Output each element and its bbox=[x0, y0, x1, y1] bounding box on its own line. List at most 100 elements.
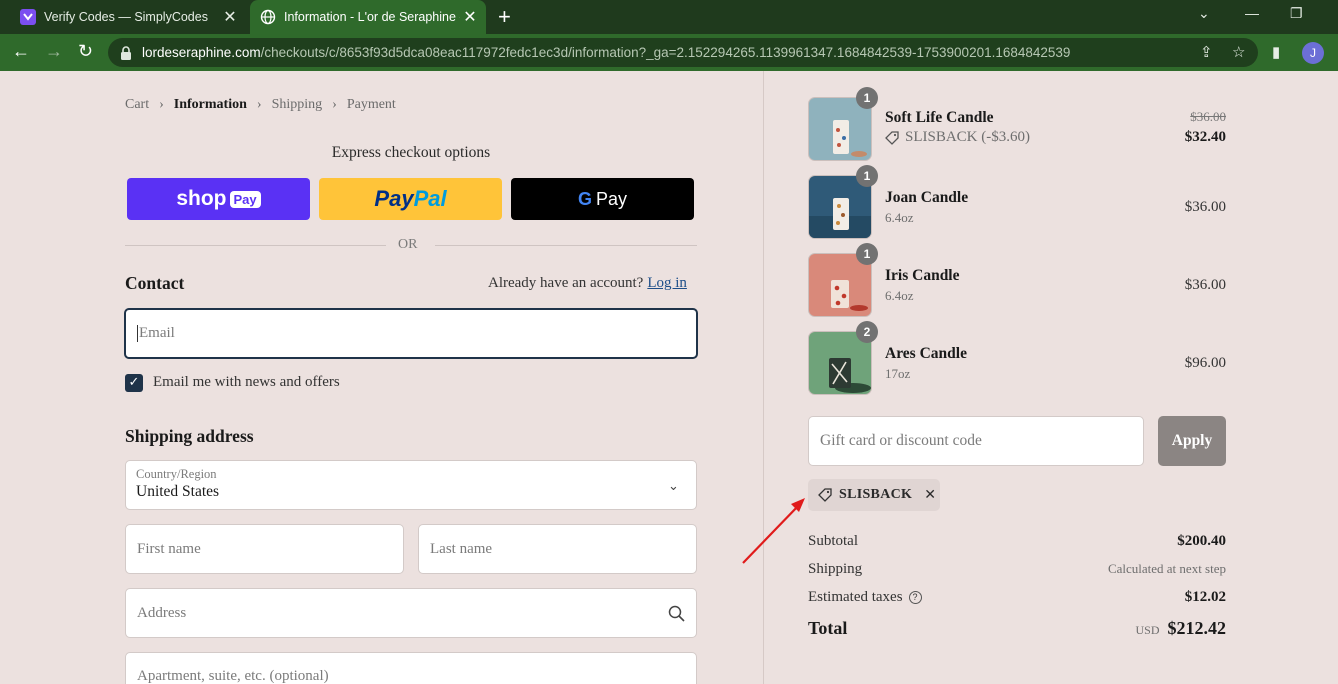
bookmark-star-icon[interactable]: ☆ bbox=[1232, 43, 1245, 61]
apply-button[interactable]: Apply bbox=[1158, 416, 1226, 466]
url-field[interactable]: lordeseraphine.com/checkouts/c/8653f93d5… bbox=[108, 38, 1258, 67]
original-price: $36.00 bbox=[1190, 109, 1226, 126]
help-circle-icon[interactable]: ? bbox=[908, 591, 922, 604]
shipping-label: Shipping bbox=[808, 561, 863, 577]
back-arrow-icon[interactable]: ← bbox=[12, 41, 30, 62]
share-icon[interactable]: ⇪ bbox=[1200, 43, 1213, 61]
last-name-placeholder: Last name bbox=[430, 540, 493, 557]
taxes-label-wrap: Estimated taxes? bbox=[808, 589, 922, 606]
first-name-field[interactable]: First name bbox=[125, 524, 404, 574]
address-placeholder: Address bbox=[137, 604, 187, 621]
contact-heading: Contact bbox=[125, 273, 185, 293]
first-name-placeholder: First name bbox=[137, 540, 201, 557]
simplycodes-favicon-icon bbox=[20, 9, 36, 25]
account-prompt-text: Already have an account? bbox=[488, 275, 644, 291]
google-pay-button[interactable]: G Pay bbox=[511, 178, 694, 220]
tab-title: Information - L'or de Seraphine - bbox=[284, 10, 460, 24]
product-name: Soft Life Candle bbox=[885, 109, 994, 126]
minimize-icon[interactable]: — bbox=[1245, 5, 1259, 21]
country-label: Country/Region bbox=[136, 467, 217, 481]
google-pay-label: Pay bbox=[595, 188, 628, 209]
shipping-address-heading: Shipping address bbox=[125, 426, 254, 446]
email-field[interactable]: Email bbox=[124, 308, 698, 359]
product-name: Ares Candle bbox=[885, 345, 967, 362]
paypal-button[interactable]: Pay Pal bbox=[319, 178, 502, 220]
shop-pay-button[interactable]: shop Pay bbox=[127, 178, 310, 220]
search-icon bbox=[668, 605, 685, 622]
tag-icon bbox=[818, 488, 832, 502]
email-placeholder: Email bbox=[139, 325, 175, 341]
item-discount: SLISBACK (-$3.60) bbox=[885, 129, 1030, 146]
browser-tabbar: Verify Codes — SimplyCodes ✕ Information… bbox=[0, 0, 1338, 34]
total-row: Total USD $212.42 bbox=[808, 618, 1226, 639]
product-name: Joan Candle bbox=[885, 189, 969, 206]
profile-avatar[interactable]: J bbox=[1302, 42, 1324, 64]
text-caret bbox=[137, 325, 138, 342]
product-price: $36.00 bbox=[1184, 277, 1226, 293]
item-discount-text: SLISBACK (-$3.60) bbox=[905, 129, 1031, 145]
express-checkout-title: Express checkout options bbox=[331, 144, 491, 161]
cart-item: 1 Joan Candle 6.4oz $36.00 bbox=[808, 165, 1226, 239]
product-variant: 6.4oz bbox=[885, 210, 914, 225]
new-tab-icon[interactable]: + bbox=[498, 5, 511, 29]
divider-line bbox=[435, 245, 697, 246]
cart-item: 2 Ares Candle 17oz $96.00 bbox=[808, 321, 1226, 395]
breadcrumb-shipping: Shipping bbox=[271, 97, 323, 112]
shipping-value: Calculated at next step bbox=[1107, 561, 1226, 576]
restore-icon[interactable]: ❐ bbox=[1290, 5, 1303, 22]
or-separator: OR bbox=[398, 237, 418, 252]
chevron-right-icon: › bbox=[159, 97, 164, 112]
tab-search-icon[interactable]: ⌄ bbox=[1198, 5, 1210, 22]
paypal-logo-part2: Pal bbox=[413, 186, 447, 211]
country-value: United States bbox=[136, 483, 220, 500]
breadcrumb-payment: Payment bbox=[346, 97, 396, 112]
product-price: $96.00 bbox=[1184, 355, 1226, 371]
product-price: $36.00 bbox=[1184, 199, 1226, 215]
apartment-placeholder: Apartment, suite, etc. (optional) bbox=[137, 668, 329, 684]
apartment-field[interactable]: Apartment, suite, etc. (optional) bbox=[125, 652, 697, 684]
newsletter-checkbox[interactable]: ✓ bbox=[125, 374, 143, 392]
original-price-value: $36.00 bbox=[1190, 109, 1226, 124]
remove-discount-icon[interactable]: ✕ bbox=[924, 487, 936, 503]
last-name-field[interactable]: Last name bbox=[418, 524, 697, 574]
discount-code-field[interactable]: Gift card or discount code bbox=[808, 416, 1144, 466]
breadcrumb-information: Information bbox=[173, 97, 247, 112]
breadcrumb-cart[interactable]: Cart bbox=[125, 97, 149, 113]
tab-simplycodes[interactable]: Verify Codes — SimplyCodes ✕ bbox=[8, 0, 246, 34]
subtotal-row: Subtotal $200.40 bbox=[808, 533, 1226, 550]
address-field[interactable]: Address bbox=[125, 588, 697, 638]
quantity-badge: 2 bbox=[856, 321, 878, 343]
account-prompt: Already have an account? Log in bbox=[488, 275, 687, 292]
taxes-value: $12.02 bbox=[1184, 589, 1226, 605]
total-label: Total bbox=[808, 618, 848, 638]
shipping-row: Shipping Calculated at next step bbox=[808, 561, 1226, 578]
quantity-badge: 1 bbox=[856, 243, 878, 265]
applied-code: SLISBACK bbox=[839, 487, 913, 502]
side-panel-icon[interactable]: ▮ bbox=[1272, 43, 1280, 61]
chevron-right-icon: › bbox=[332, 97, 337, 112]
shop-pay-brand: shop bbox=[176, 187, 227, 210]
close-tab-icon[interactable]: ✕ bbox=[460, 7, 480, 27]
reload-icon[interactable]: ↻ bbox=[78, 41, 93, 62]
total-value: $212.42 bbox=[1167, 618, 1227, 638]
tab-information[interactable]: Information - L'or de Seraphine - ✕ bbox=[250, 0, 486, 34]
product-price: $32.40 bbox=[1184, 129, 1226, 145]
close-tab-icon[interactable]: ✕ bbox=[220, 7, 240, 27]
forward-arrow-icon[interactable]: → bbox=[45, 41, 63, 62]
quantity-badge: 1 bbox=[856, 165, 878, 187]
lock-icon bbox=[121, 45, 131, 60]
cart-item: 1 Soft Life Candle SLISBACK (-$3.60) $36… bbox=[808, 87, 1226, 161]
newsletter-label: Email me with news and offers bbox=[153, 374, 340, 390]
log-in-link[interactable]: Log in bbox=[647, 275, 687, 291]
tag-icon bbox=[885, 130, 899, 145]
taxes-row: Estimated taxes? $12.02 bbox=[808, 589, 1226, 606]
discount-code-placeholder: Gift card or discount code bbox=[820, 432, 982, 449]
shop-pay-badge: Pay bbox=[229, 190, 261, 208]
breadcrumb: Cart › Information › Shipping › Payment bbox=[125, 97, 406, 113]
paypal-logo-part1: Pay bbox=[374, 186, 414, 211]
quantity-badge: 1 bbox=[856, 87, 878, 109]
product-variant: 6.4oz bbox=[885, 288, 914, 303]
annotation-arrow-icon bbox=[742, 498, 805, 564]
tab-title: Verify Codes — SimplyCodes bbox=[44, 10, 208, 24]
chevron-down-icon: ⌄ bbox=[668, 479, 679, 494]
